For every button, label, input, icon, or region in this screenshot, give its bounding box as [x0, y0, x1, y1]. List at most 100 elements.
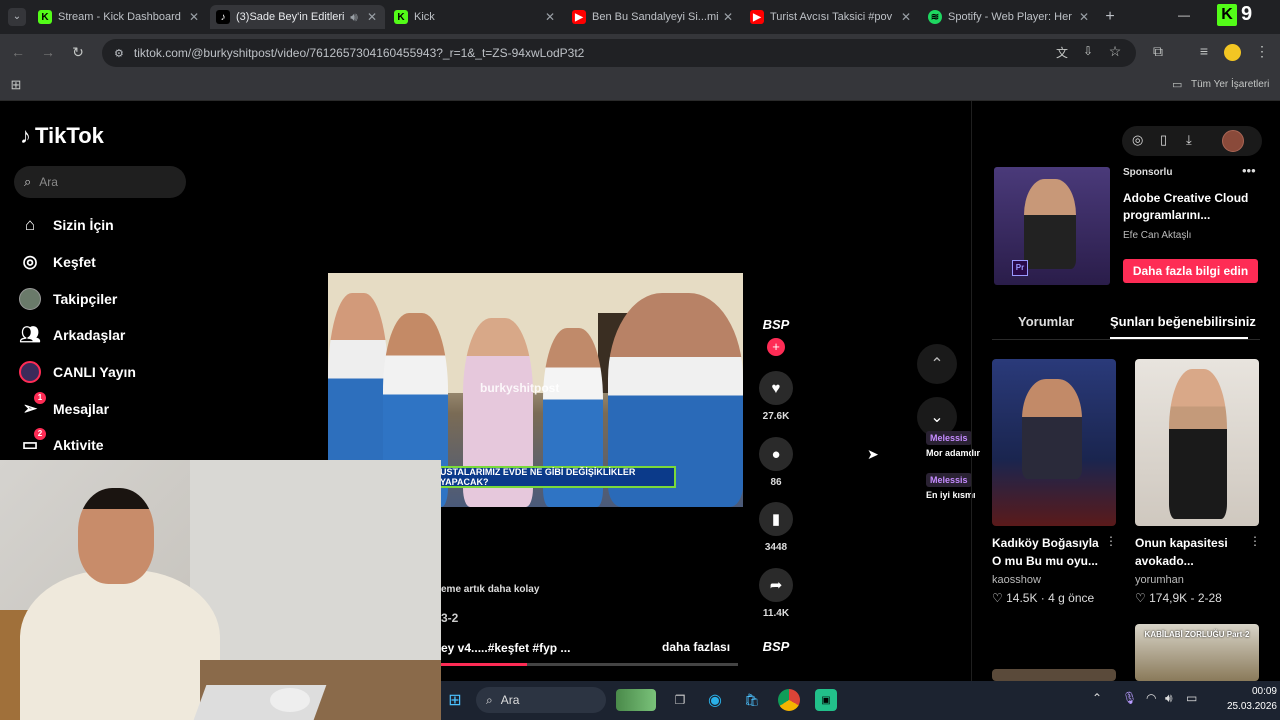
suggestion-author[interactable]: yorumhan [1135, 574, 1184, 586]
ad-title[interactable]: Adobe Creative Cloud programlarını... [1123, 190, 1265, 224]
site-info-icon[interactable]: ⚙ [114, 47, 124, 60]
microphone-icon[interactable]: 🎙︎ [1122, 691, 1137, 705]
tab-kick-dashboard[interactable]: K Stream - Kick Dashboard ✕ [32, 5, 207, 29]
suggestion-thumbnail[interactable] [992, 359, 1116, 526]
address-bar[interactable]: ⚙ tiktok.com/@burkyshitpost/video/761265… [102, 39, 1136, 67]
install-app-icon[interactable]: ⇩ [1078, 44, 1098, 58]
tab-list-dropdown[interactable]: ⌄ [8, 8, 26, 26]
more-link[interactable]: daha fazlası [662, 640, 730, 654]
taskbar-date[interactable]: 25.03.2026 [1213, 701, 1277, 712]
menu-icon[interactable]: ⋮ [1252, 43, 1272, 60]
taskbar-time[interactable]: 00:09 [1233, 686, 1277, 697]
media-controls-icon[interactable]: ≡ [1194, 43, 1214, 59]
comment-action[interactable]: ● 86 [758, 437, 794, 488]
tab-youtube-2[interactable]: ▶ Turist Avcısı Taksici #pov ✕ [744, 5, 919, 29]
forward-icon[interactable]: → [38, 44, 58, 60]
ad-thumbnail[interactable]: Pr [994, 167, 1110, 285]
tiktok-logo[interactable]: ♪ TikTok [20, 123, 104, 149]
nav-activity[interactable]: ▭ 2 Aktivite [18, 428, 104, 458]
device-icon[interactable]: ▯ [1160, 132, 1167, 148]
reload-icon[interactable]: ↻ [68, 44, 88, 61]
nav-for-you[interactable]: ⌂ Sizin İçin [18, 212, 114, 238]
like-action[interactable]: ♥ 27.6K [758, 371, 794, 422]
apps-grid-icon[interactable]: ⊞ [6, 77, 26, 93]
share-action[interactable]: ➦ 11.4K [758, 568, 794, 619]
windows-start-icon[interactable]: ⊞ [444, 689, 466, 711]
download-icon[interactable]: ⤓ [1186, 132, 1192, 148]
close-icon[interactable]: ✕ [721, 10, 735, 24]
speaker-icon[interactable]: 🔊︎ [347, 10, 361, 25]
suggestion-thumbnail[interactable] [1135, 359, 1259, 526]
close-icon[interactable]: ✕ [899, 10, 913, 24]
nav-friends[interactable]: 👥︎ Arkadaşlar [18, 322, 125, 348]
battery-icon[interactable]: ▭ [1186, 691, 1197, 705]
nav-following[interactable]: Takipçiler [18, 286, 117, 312]
share-icon[interactable]: ➦ [759, 568, 793, 602]
suggestion-thumbnail[interactable]: KABİLABİ ZORLUĞU Part-2 [1135, 624, 1259, 681]
ad-more-icon[interactable]: ••• [1242, 163, 1256, 178]
save-count: 3448 [764, 542, 788, 553]
suggestion-author[interactable]: kaosshow [992, 574, 1041, 586]
minimize-button[interactable]: — [1178, 8, 1190, 22]
suggestion-title[interactable]: Kadıköy Boğasıyla O mu Bu mu oyu... [992, 534, 1110, 570]
explore-icon[interactable]: ◎ [1132, 132, 1143, 148]
user-avatar[interactable] [1222, 130, 1244, 152]
tab-title: Ben Bu Sandalyeyi Si...mi [592, 11, 719, 23]
learn-more-button[interactable]: Daha fazla bilgi edin [1123, 259, 1258, 283]
tab-kick[interactable]: K Kick ✕ [388, 5, 563, 29]
bookmarks-bar: ⊞ ▭ Tüm Yer İşaretleri [0, 72, 1280, 101]
suggestion-more-icon[interactable]: ⋮ [1105, 534, 1117, 548]
comment-icon[interactable]: ● [759, 437, 793, 471]
extensions-icon[interactable]: ⧉ [1148, 43, 1168, 60]
previous-video-button[interactable]: ⌃ [917, 344, 957, 384]
tab-you-may-like[interactable]: Şunları beğenebilirsiniz [1110, 314, 1256, 329]
video-watermark: burkyshitpost [480, 381, 560, 395]
suggestion-title[interactable]: Onun kapasitesi avokado... [1135, 534, 1253, 570]
search-input[interactable]: ⌕ Ara [14, 166, 186, 198]
sound-disc[interactable]: BSP [760, 639, 792, 654]
webcam-overlay [0, 460, 441, 720]
nav-messages[interactable]: ➢ 1 Mesajlar [18, 392, 109, 422]
suggestion-thumbnail[interactable] [992, 669, 1116, 681]
wifi-icon[interactable]: ◠ [1146, 691, 1156, 705]
video-progress-track[interactable] [441, 663, 738, 666]
nav-explore[interactable]: ◎ Keşfet [18, 249, 96, 275]
close-icon[interactable]: ✕ [365, 10, 379, 24]
author-avatar[interactable]: BSP [760, 317, 792, 337]
tab-tiktok[interactable]: ♪ (3)Sade Bey'in Editleri 🔊︎ ✕ [210, 5, 385, 29]
profile-avatar[interactable] [1224, 44, 1241, 61]
widgets-icon[interactable] [616, 689, 656, 711]
translate-icon[interactable]: ⽂ [1052, 44, 1072, 61]
close-icon[interactable]: ✕ [1077, 10, 1091, 24]
close-icon[interactable]: ✕ [543, 10, 557, 24]
bookmark-icon[interactable]: ▮ [759, 502, 793, 536]
kick-overlay-logo: K [1217, 4, 1237, 26]
chrome-icon[interactable] [778, 689, 800, 711]
chat-username: Melessis [926, 431, 972, 445]
save-action[interactable]: ▮ 3448 [758, 502, 794, 553]
tray-chevron-icon[interactable]: ⌃ [1092, 691, 1102, 705]
back-icon[interactable]: ← [8, 44, 28, 60]
new-tab-button[interactable]: + [1100, 7, 1120, 27]
mouse-device [270, 688, 310, 712]
video-hashtags[interactable]: ey v4.....#keşfet #fyp ... [441, 641, 570, 655]
taskbar-search[interactable]: ⌕ Ara [476, 687, 606, 713]
heart-outline-icon: ♡ [1135, 591, 1146, 605]
tab-spotify[interactable]: ≋ Spotify - Web Player: Her ✕ [922, 5, 1097, 29]
tab-youtube-1[interactable]: ▶ Ben Bu Sandalyeyi Si...mi ✕ [566, 5, 741, 29]
edge-icon[interactable]: ◉ [704, 689, 726, 711]
heart-icon[interactable]: ♥ [759, 371, 793, 405]
nav-label: Takipçiler [53, 291, 118, 307]
follow-plus-button[interactable]: + [767, 338, 785, 356]
store-icon[interactable]: 🛍︎ [741, 689, 763, 711]
nav-live[interactable]: CANLI Yayın [18, 359, 136, 385]
browser-tab-bar: ⌄ K Stream - Kick Dashboard ✕ ♪ (3)Sade … [0, 0, 1280, 34]
volume-icon[interactable]: 🔊︎ [1165, 691, 1173, 706]
all-bookmarks-link[interactable]: Tüm Yer İşaretleri [1191, 79, 1269, 90]
app-icon[interactable]: ▣ [815, 689, 837, 711]
suggestion-more-icon[interactable]: ⋮ [1249, 534, 1261, 548]
bookmark-star-icon[interactable]: ☆ [1105, 43, 1125, 60]
tab-comments[interactable]: Yorumlar [1018, 314, 1074, 329]
close-icon[interactable]: ✕ [187, 10, 201, 24]
task-view-icon[interactable]: ❐ [669, 689, 691, 711]
